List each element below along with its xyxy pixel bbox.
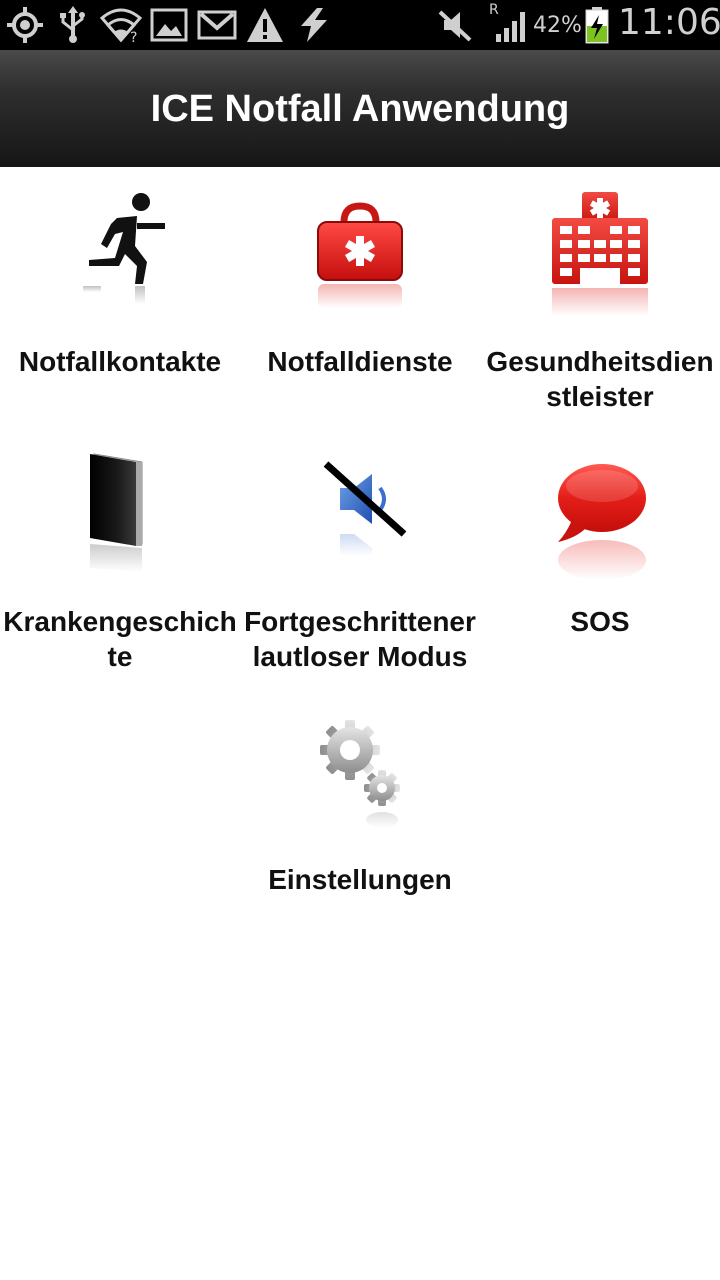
clock: 11:06 <box>618 2 720 43</box>
tile-notfallkontakte[interactable]: Notfallkontakte <box>0 180 240 420</box>
tile-label: SOS <box>570 606 630 637</box>
mute-icon <box>438 10 472 42</box>
svg-text:?: ? <box>130 30 137 44</box>
speech-bubble-icon <box>558 464 646 580</box>
usb-icon <box>60 6 85 43</box>
tile-label: Einstellungen <box>268 864 452 895</box>
sync-icon <box>301 8 327 42</box>
tile-lautloser-modus[interactable]: Fortgeschrittener lautloser Modus <box>240 440 480 680</box>
battery-percent: 42% <box>533 13 582 38</box>
tile-label: Notfallkontakte <box>18 346 222 377</box>
warning-icon <box>247 8 283 42</box>
gmail-icon <box>197 10 237 40</box>
running-man-icon <box>83 193 165 304</box>
tile-krankengeschichte[interactable]: Krankengeschich te <box>0 440 240 680</box>
book-icon <box>90 453 143 572</box>
tile-sos[interactable]: SOS <box>480 440 720 680</box>
wifi-icon: ? <box>100 8 142 44</box>
tile-einstellungen[interactable]: Einstellungen <box>240 700 480 920</box>
status-bar: ? R 42% 11:06 <box>0 0 720 50</box>
battery-icon <box>585 7 609 44</box>
tile-gesundheitsdienstleister[interactable]: Gesundheitsdien stleister <box>480 180 720 420</box>
tile-notfalldienste[interactable]: Notfalldienste <box>240 180 480 420</box>
hospital-icon <box>552 192 648 316</box>
first-aid-kit-icon <box>317 202 403 308</box>
image-icon <box>150 8 188 42</box>
tile-label: Fortgeschrittener lautloser Modus <box>244 606 476 672</box>
tile-label: Gesundheitsdien stleister <box>486 346 714 412</box>
muted-speaker-icon <box>323 461 407 556</box>
signal-icon <box>496 12 525 42</box>
tile-label: Notfalldienste <box>267 346 453 377</box>
gps-icon <box>7 7 43 43</box>
app-title: ICE Notfall Anwendung <box>150 88 570 130</box>
gears-icon <box>320 720 400 828</box>
tile-label: Krankengeschich te <box>3 606 237 672</box>
app-title-bar: ICE Notfall Anwendung <box>0 50 720 167</box>
